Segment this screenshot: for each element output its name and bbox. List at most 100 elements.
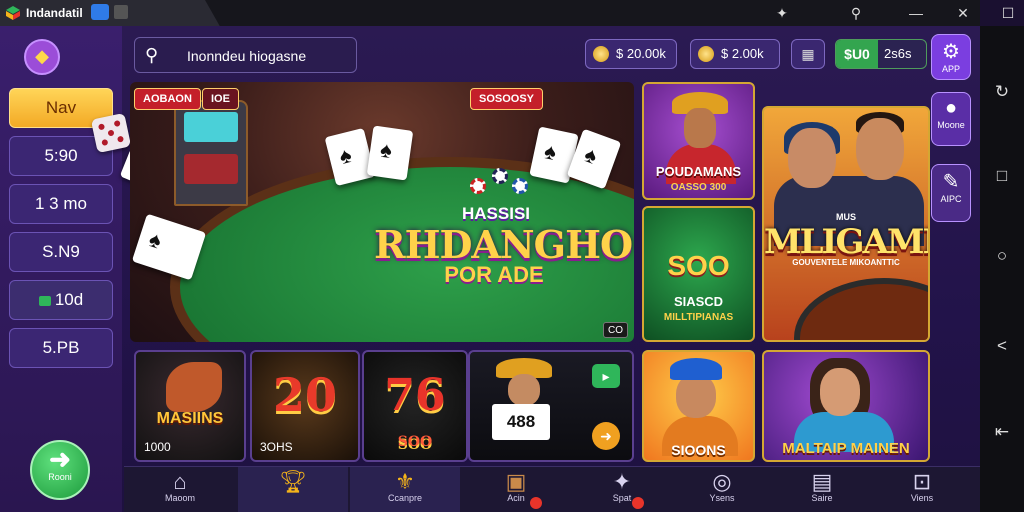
game-value: 3OHS xyxy=(260,440,293,454)
play-icon[interactable]: ➜ xyxy=(592,422,620,450)
exit-icon[interactable]: ⇤ xyxy=(992,422,1012,442)
wallet-value: 2s6s xyxy=(884,46,912,61)
app-title: Indandatil xyxy=(26,6,83,20)
maximize-button[interactable]: ☐ xyxy=(998,4,1018,22)
puzzle-icon[interactable]: ✦ xyxy=(772,4,792,22)
game-subtitle: SOO xyxy=(397,434,433,450)
nav-trophy[interactable]: 🏆︎ xyxy=(238,467,348,512)
game-title: MASIINS xyxy=(156,410,224,427)
nav-saire[interactable]: ▤ Saire xyxy=(780,467,864,512)
aipc-button[interactable]: ✎ AIPC xyxy=(931,164,971,222)
nav-acin[interactable]: ▣ Acin xyxy=(474,467,558,512)
nav-label: Acin xyxy=(507,493,525,503)
multi-instance-icon[interactable] xyxy=(114,5,128,19)
hero-banner[interactable]: AOBAON IOE SOSOOSY HASSISI RHDANGHO POR … xyxy=(130,82,634,342)
circle-icon[interactable]: ○ xyxy=(992,246,1012,266)
hero-badge: CO xyxy=(603,322,628,338)
chip-icon xyxy=(512,178,528,194)
game-tile-siascd[interactable]: SOO SIASCD MILLTIPIANAS xyxy=(642,206,755,342)
cash-icon xyxy=(38,295,51,306)
aipc-label: AIPC xyxy=(940,194,962,204)
robot-icon: ⊡ xyxy=(912,469,932,494)
android-nav-bar: ↻ □ ○ < ⇤ xyxy=(980,26,1024,512)
chest-icon: ▣ xyxy=(505,469,527,494)
fleur-icon: ⚜ xyxy=(395,469,415,494)
game-tile-sioons[interactable]: SIOONS xyxy=(642,350,755,462)
notification-dot xyxy=(530,497,542,509)
game-tile-masiins[interactable]: MASIINS 1000 xyxy=(134,350,246,462)
nav-spat[interactable]: ✦ Spat xyxy=(580,467,664,512)
hero-title-small: HASSISI xyxy=(461,204,531,223)
bottom-nav: ⌂ Maoom 🏆︎ ⚜ Ccanpre ▣ Acin ✦ Spat ◎ Yse… xyxy=(124,466,980,512)
menu-item-4[interactable]: S.N9 xyxy=(9,232,113,272)
minimize-button[interactable]: — xyxy=(906,4,926,22)
go-button[interactable]: ➜ Rooni xyxy=(30,440,90,500)
game-tile-20[interactable]: 20 3OHS xyxy=(250,350,360,462)
hero-tag-mid: SOSOOSY xyxy=(470,88,544,110)
close-button[interactable]: ✕ xyxy=(953,4,973,22)
menu-item-3[interactable]: 1 3 mo xyxy=(9,184,113,224)
chip-icon xyxy=(470,178,486,194)
search-text: Inonndeu hiogasne xyxy=(187,48,307,64)
go-button-label: Rooni xyxy=(48,472,72,482)
nav-label: Saire xyxy=(811,493,833,503)
playing-card xyxy=(366,125,414,181)
menu-item-6[interactable]: 5.PB xyxy=(9,328,113,368)
nav-viens[interactable]: ⊡ Viens xyxy=(880,467,964,512)
cookie-icon: ● xyxy=(944,97,958,119)
wallet-currency: $U0 xyxy=(836,40,878,68)
location-icon[interactable]: ⚲ xyxy=(846,4,866,22)
game-title: SIOONS xyxy=(671,442,726,458)
game-big-label: SOO xyxy=(667,250,730,281)
gallery-icon[interactable]: ▦ xyxy=(791,39,825,69)
nav-label: Maoom xyxy=(164,493,195,503)
rotate-icon[interactable]: ↻ xyxy=(992,82,1012,102)
back-button[interactable]: ◆ xyxy=(24,39,60,75)
game-title: SIASCD xyxy=(673,294,724,309)
app-button[interactable]: ⚙ APP xyxy=(931,34,971,80)
notification-dot xyxy=(632,497,644,509)
nav-home[interactable]: ⌂ Maoom xyxy=(124,467,236,512)
circle-icon: ◎ xyxy=(712,469,732,494)
nav-label: Ccanpre xyxy=(387,493,423,503)
arrow-right-icon: ➜ xyxy=(49,444,71,474)
game-title: POUDAMANS xyxy=(655,164,742,179)
slot-machine xyxy=(174,100,248,206)
moone-button[interactable]: ● Moone xyxy=(931,92,971,146)
feather-icon: ✎ xyxy=(942,171,960,193)
chat-icon[interactable]: ▸ xyxy=(592,364,620,388)
app-button-label: APP xyxy=(941,64,960,74)
home-tab-icon[interactable] xyxy=(91,4,109,20)
app-area: ◆ Nav 5:90 1 3 mo S.N9 10d 5.PB ➜ Rooni … xyxy=(0,26,980,512)
game-tile-mligames[interactable]: MUS MLIGAMES GOUVENTELE MIKOANTTIC xyxy=(762,106,930,342)
dice-icon xyxy=(90,112,132,154)
search-icon: ⚲ xyxy=(145,45,159,65)
trophy-icon: 🏆︎ xyxy=(279,469,307,494)
moone-label: Moone xyxy=(937,120,965,130)
wallet-button[interactable]: $U0 2s6s xyxy=(835,39,927,69)
game-title: MALTAIP MAINEN xyxy=(782,440,910,457)
nav-ysens[interactable]: ◎ Ysens xyxy=(680,467,764,512)
nav-ccanpre[interactable]: ⚜ Ccanpre xyxy=(350,467,460,512)
game-tile-maltaip[interactable]: MALTAIP MAINEN xyxy=(762,350,930,462)
search-input[interactable]: ⚲ Inonndeu hiogasne xyxy=(134,37,357,73)
game-title: MLIGAMES xyxy=(764,222,928,262)
balance-2[interactable]: $ 2.00k xyxy=(690,39,780,69)
menu-item-5[interactable]: 10d xyxy=(9,280,113,320)
game-subtitle: OASSO 300 xyxy=(670,182,727,193)
balance-1-value: $ 20.00k xyxy=(616,46,666,61)
game-title: 20 xyxy=(272,368,337,422)
coin-icon xyxy=(593,46,609,62)
card-icon: ▤ xyxy=(811,469,833,494)
square-icon[interactable]: □ xyxy=(992,166,1012,186)
hero-title: RHDANGHO xyxy=(374,222,633,267)
back-icon[interactable]: < xyxy=(992,336,1012,356)
nav-label: Viens xyxy=(910,493,934,503)
menu-item-5-label: 10d xyxy=(54,290,84,309)
game-subtitle: MILLTIPIANAS xyxy=(663,312,734,323)
balance-1[interactable]: $ 20.00k xyxy=(585,39,677,69)
game-tile-488[interactable]: 488 ▸ ➜ xyxy=(468,350,634,462)
game-tile-76[interactable]: 76 SOO xyxy=(362,350,468,462)
hero-tag-left: AOBAON xyxy=(134,88,201,110)
game-tile-poudamans[interactable]: POUDAMANS OASSO 300 xyxy=(642,82,755,200)
